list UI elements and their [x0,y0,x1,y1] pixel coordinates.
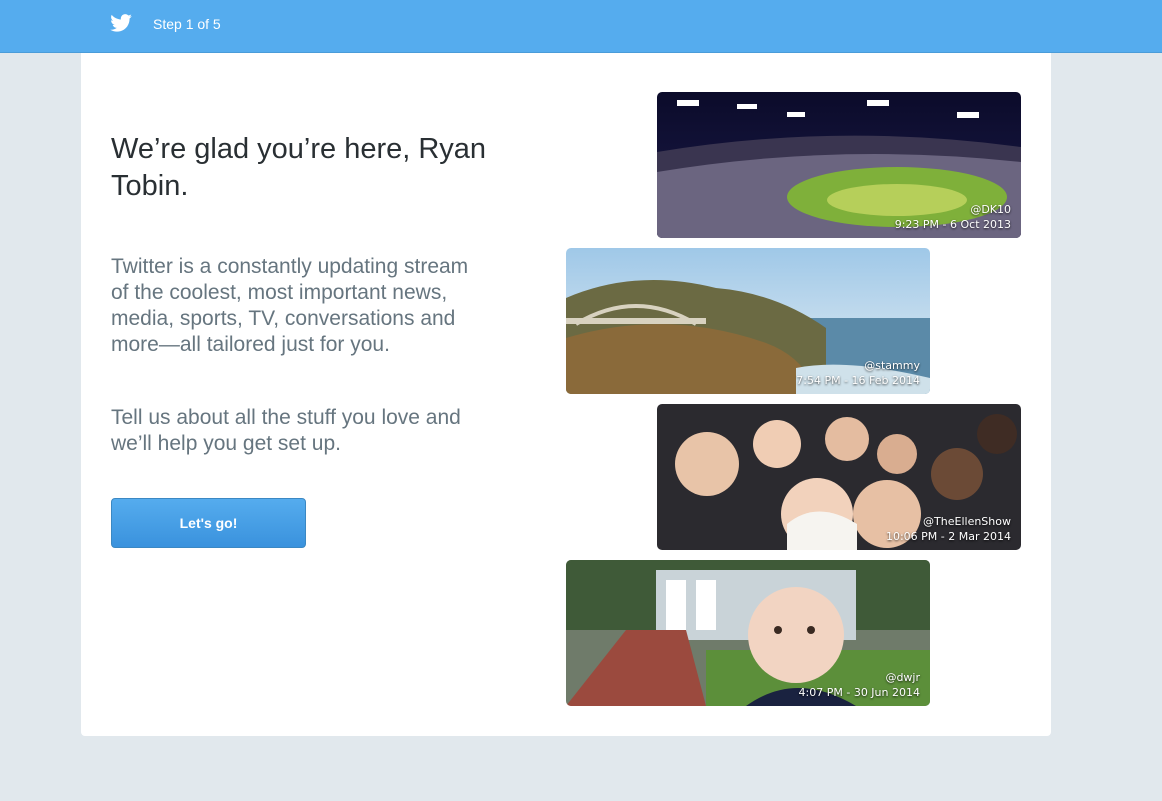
top-bar: Step 1 of 5 [0,0,1162,53]
step-indicator: Step 1 of 5 [153,16,221,32]
photo-stadium: @DK10 9:23 PM - 6 Oct 2013 [657,92,1021,238]
intro-text: Twitter is a constantly updating stream … [111,255,469,356]
twitter-bird-icon[interactable] [110,14,132,32]
photo-handle[interactable]: @DK10 [895,202,1011,217]
photo-timestamp: 4:07 PM - 30 Jun 2014 [798,686,920,699]
photo-handle[interactable]: @TheEllenShow [886,514,1011,529]
welcome-card: We’re glad you’re here, Ryan Tobin. Twit… [81,53,1051,736]
photo-timestamp: 9:23 PM - 6 Oct 2013 [894,218,1011,231]
photo-timestamp: 7:54 PM - 16 Feb 2014 [796,374,920,387]
prompt-text: Tell us about all the stuff you love and… [111,406,461,455]
photo-handle[interactable]: @dwjr [799,670,920,685]
photo-group-selfie: @TheEllenShow 10:06 PM - 2 Mar 2014 [657,404,1021,550]
photo-toddler: @dwjr 4:07 PM - 30 Jun 2014 [566,560,930,706]
photo-coast-bridge: @stammy 7:54 PM - 16 Feb 2014 [566,248,930,394]
lets-go-button[interactable]: Let's go! [111,498,306,548]
photo-meta: @stammy 7:54 PM - 16 Feb 2014 [796,358,920,388]
welcome-headline: We’re glad you’re here, Ryan Tobin. [111,133,487,202]
photo-meta: @TheEllenShow 10:06 PM - 2 Mar 2014 [886,514,1011,544]
photo-handle[interactable]: @stammy [796,358,920,373]
photo-meta: @DK10 9:23 PM - 6 Oct 2013 [895,202,1011,232]
photo-meta: @dwjr 4:07 PM - 30 Jun 2014 [799,670,920,700]
photo-timestamp: 10:06 PM - 2 Mar 2014 [885,530,1011,543]
